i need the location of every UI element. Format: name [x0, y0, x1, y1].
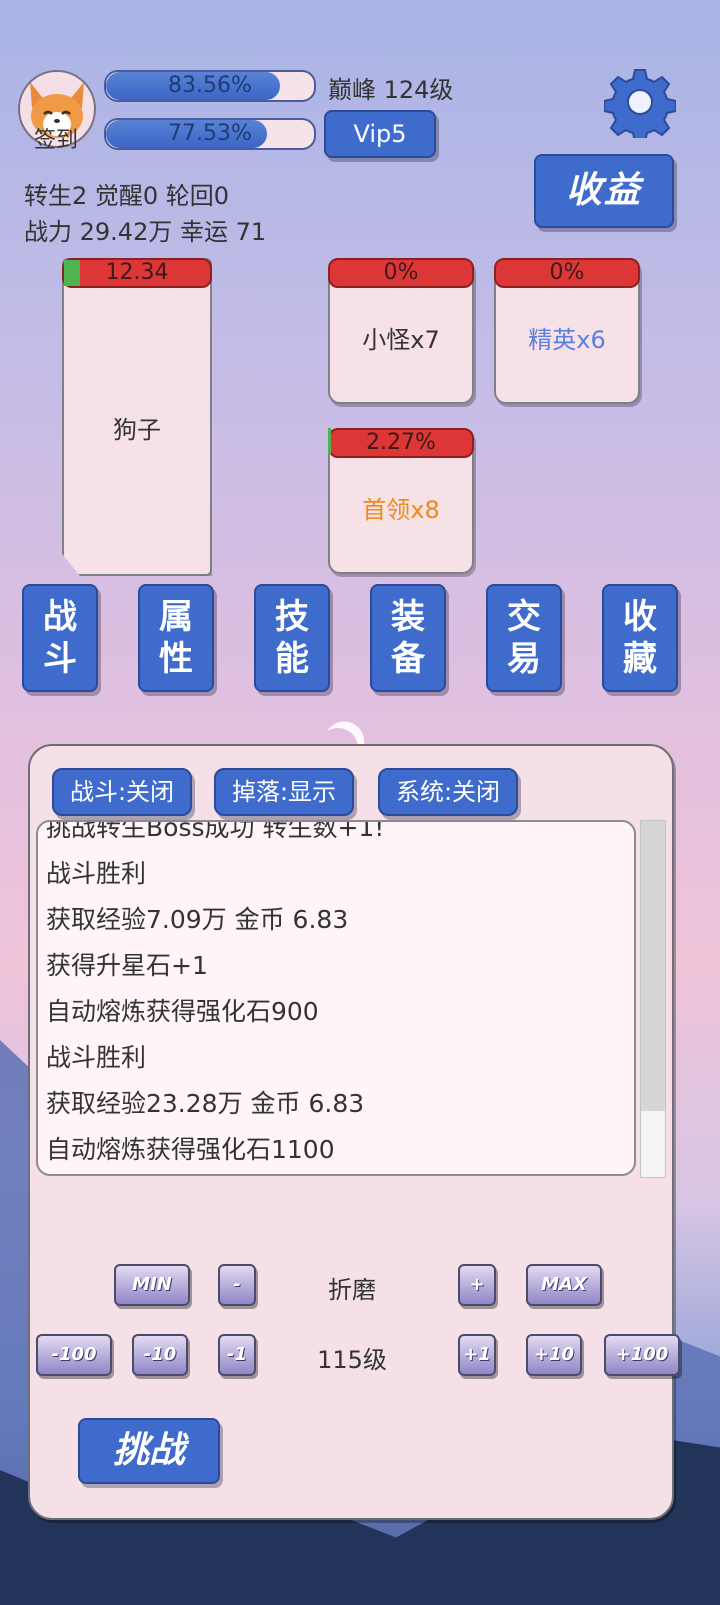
nav-char: 收: [623, 597, 657, 637]
level-plus-1-button[interactable]: +1: [458, 1334, 496, 1376]
nav-attributes-button[interactable]: 属性: [138, 584, 214, 692]
nav-trade-button[interactable]: 交易: [486, 584, 562, 692]
nav-char: 易: [507, 639, 541, 679]
enemy-name: 精英x6: [528, 326, 606, 354]
difficulty-min-button[interactable]: MIN: [114, 1264, 190, 1306]
nav-skills-button[interactable]: 技能: [254, 584, 330, 692]
enemy-hp-text: 2.27%: [366, 430, 436, 455]
level-minus-100-button[interactable]: -100: [36, 1334, 112, 1376]
nav-equipment-button[interactable]: 装备: [370, 584, 446, 692]
nav-char: 交: [507, 597, 541, 637]
log-line: 战斗胜利: [46, 859, 147, 888]
battle-log[interactable]: 挑战转生Boss成功 转生数+1! 战斗胜利 获取经验7.09万 金币 6.83…: [36, 820, 636, 1176]
difficulty-minus-button[interactable]: -: [218, 1264, 256, 1306]
log-line: 自动熔炼获得强化石900: [46, 997, 319, 1026]
exp-bar-text: 83.56%: [168, 73, 252, 98]
settings-gear-icon[interactable]: [603, 66, 677, 143]
peak-level: 巅峰 124级: [328, 76, 454, 104]
log-scrollbar-thumb[interactable]: [641, 1111, 665, 1177]
enemy-hp-text: 0%: [549, 260, 585, 285]
log-scrollbar[interactable]: [640, 820, 666, 1178]
peak-exp-bar: 77.53%: [104, 118, 316, 150]
tab-system-toggle[interactable]: 系统:关闭: [378, 768, 518, 816]
power-luck-stats: 战力 29.42万 幸运 71: [24, 218, 267, 246]
level-plus-100-button[interactable]: +100: [604, 1334, 680, 1376]
player-hp-text: 12.34: [105, 260, 169, 285]
nav-char: 性: [159, 639, 193, 679]
level-minus-10-button[interactable]: -10: [132, 1334, 188, 1376]
difficulty-label: 折磨: [328, 1276, 376, 1304]
nav-char: 技: [275, 597, 309, 637]
nav-char: 装: [391, 597, 425, 637]
nav-battle-button[interactable]: 战斗: [22, 584, 98, 692]
level-minus-1-button[interactable]: -1: [218, 1334, 256, 1376]
peak-exp-bar-text: 77.53%: [168, 121, 252, 146]
enemy-card-elite[interactable]: 0% 精英x6: [494, 258, 640, 404]
enemy-name: 小怪x7: [362, 326, 440, 354]
exp-bar: 83.56%: [104, 70, 316, 102]
nav-char: 斗: [43, 639, 77, 679]
tab-drop-toggle[interactable]: 掉落:显示: [214, 768, 354, 816]
log-line: 战斗胜利: [46, 1043, 147, 1072]
nav-char: 属: [159, 597, 193, 637]
enemy-hp-text: 0%: [383, 260, 419, 285]
enemy-name: 首领x8: [362, 496, 440, 524]
enemy-card-boss[interactable]: 2.27% 首领x8: [328, 428, 474, 574]
log-line: 获取经验7.09万 金币 6.83: [46, 905, 349, 934]
difficulty-plus-button[interactable]: +: [458, 1264, 496, 1306]
nav-collection-button[interactable]: 收藏: [602, 584, 678, 692]
nav-char: 战: [43, 597, 77, 637]
log-line: 获得升星石+1: [46, 951, 208, 980]
rebirth-stats: 转生2 觉醒0 轮回0: [24, 182, 230, 210]
difficulty-max-button[interactable]: MAX: [526, 1264, 602, 1306]
nav-char: 备: [391, 639, 425, 679]
player-card: 12.34 狗子: [62, 258, 212, 576]
tab-battle-toggle[interactable]: 战斗:关闭: [52, 768, 192, 816]
vip-button[interactable]: Vip5: [324, 110, 436, 158]
challenge-button[interactable]: 挑战: [78, 1418, 220, 1484]
nav-char: 藏: [623, 639, 657, 679]
log-line: 获取经验23.28万 金币 6.83: [46, 1089, 365, 1118]
enemy-card-minion[interactable]: 0% 小怪x7: [328, 258, 474, 404]
log-line: 挑战转生Boss成功 转生数+1!: [46, 820, 385, 842]
level-plus-10-button[interactable]: +10: [526, 1334, 582, 1376]
player-name: 狗子: [113, 416, 161, 444]
challenge-level: 115级: [317, 1346, 387, 1374]
income-button[interactable]: 收益: [534, 154, 674, 228]
nav-char: 能: [275, 639, 309, 679]
signin-label: 签到: [33, 127, 78, 152]
log-line: 自动熔炼获得强化石1100: [46, 1135, 335, 1164]
